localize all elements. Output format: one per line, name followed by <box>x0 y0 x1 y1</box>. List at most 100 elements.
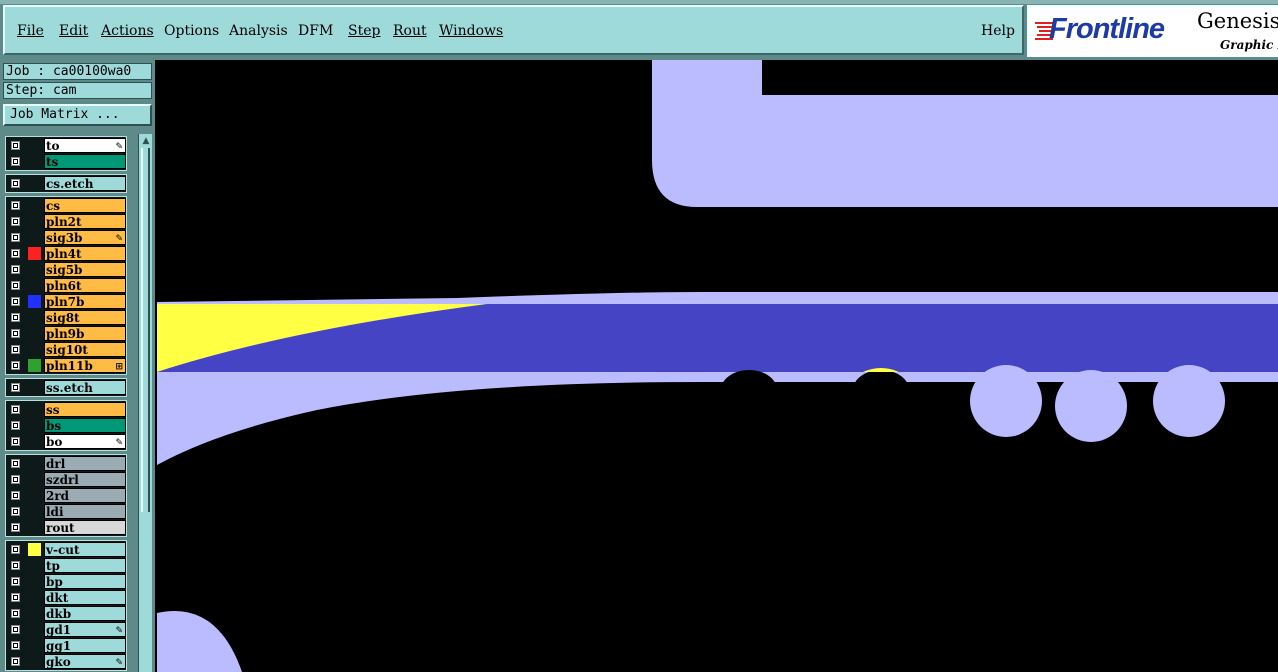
layer-checkbox[interactable] <box>11 157 20 166</box>
menu-options[interactable]: Options <box>164 23 219 39</box>
menu-actions[interactable]: Actions <box>101 23 154 39</box>
layer-row[interactable]: rout <box>6 520 126 535</box>
layer-name[interactable]: sig3b ✎ <box>44 230 126 245</box>
layer-name[interactable]: sig10t <box>44 342 126 357</box>
layer-checkbox[interactable] <box>11 297 20 306</box>
layer-name[interactable]: pln4t <box>44 246 126 261</box>
layer-color-swatch[interactable] <box>28 295 41 308</box>
layer-name[interactable]: gko ✎ <box>44 654 126 669</box>
layer-row[interactable]: pln2t <box>6 214 126 229</box>
layer-name[interactable]: 2rd <box>44 488 126 503</box>
layer-name[interactable]: dkt <box>44 590 126 605</box>
layer-checkbox[interactable] <box>11 281 20 290</box>
layer-checkbox[interactable] <box>11 475 20 484</box>
layer-name[interactable]: bs <box>44 418 126 433</box>
layer-name[interactable]: pln7b <box>44 294 126 309</box>
layer-row[interactable]: cs.etch <box>6 176 126 191</box>
layer-row[interactable]: szdrl <box>6 472 126 487</box>
layer-row[interactable]: 2rd <box>6 488 126 503</box>
layer-row[interactable]: ldi <box>6 504 126 519</box>
layer-row[interactable]: gko ✎ <box>6 654 126 669</box>
layer-checkbox[interactable] <box>11 217 20 226</box>
layer-row[interactable]: dkb <box>6 606 126 621</box>
layer-name[interactable]: pln11b ⊞ <box>44 358 126 373</box>
layer-color-swatch[interactable] <box>28 359 41 372</box>
menu-file[interactable]: File <box>17 23 44 39</box>
menu-step[interactable]: Step <box>348 23 380 39</box>
layer-name[interactable]: bo ✎ <box>44 434 126 449</box>
menu-rout[interactable]: Rout <box>393 23 427 39</box>
layer-row[interactable]: gg1 <box>6 638 126 653</box>
layer-checkbox[interactable] <box>11 265 20 274</box>
layer-checkbox[interactable] <box>11 545 20 554</box>
scroll-up-arrow-icon[interactable]: ▲ <box>140 135 152 147</box>
scroll-thumb[interactable] <box>141 148 150 512</box>
menu-edit[interactable]: Edit <box>59 23 88 39</box>
layer-row[interactable]: sig5b <box>6 262 126 277</box>
layer-checkbox[interactable] <box>11 641 20 650</box>
layer-name[interactable]: drl <box>44 456 126 471</box>
layer-row[interactable]: bs <box>6 418 126 433</box>
layer-checkbox[interactable] <box>11 329 20 338</box>
layer-checkbox[interactable] <box>11 523 20 532</box>
menu-analysis[interactable]: Analysis <box>229 23 288 39</box>
layer-name[interactable]: to ✎ <box>44 138 126 153</box>
layer-name[interactable]: ss.etch <box>44 380 126 395</box>
layer-checkbox[interactable] <box>11 201 20 210</box>
layer-checkbox[interactable] <box>11 507 20 516</box>
layer-name[interactable]: sig8t <box>44 310 126 325</box>
layer-scrollbar[interactable]: ▲ <box>138 134 152 672</box>
layer-row[interactable]: v-cut <box>6 542 126 557</box>
layer-name[interactable]: pln6t <box>44 278 126 293</box>
layer-name[interactable]: v-cut <box>44 542 126 557</box>
layer-checkbox[interactable] <box>11 405 20 414</box>
layer-row[interactable]: bp <box>6 574 126 589</box>
layer-checkbox[interactable] <box>11 249 20 258</box>
layer-name[interactable]: bp <box>44 574 126 589</box>
layer-checkbox[interactable] <box>11 313 20 322</box>
layer-row[interactable]: to ✎ <box>6 138 126 153</box>
menu-windows[interactable]: Windows <box>439 23 503 39</box>
layer-checkbox[interactable] <box>11 561 20 570</box>
layer-checkbox[interactable] <box>11 421 20 430</box>
layer-row[interactable]: pln9b <box>6 326 126 341</box>
layer-row[interactable]: tp <box>6 558 126 573</box>
layer-row[interactable]: bo ✎ <box>6 434 126 449</box>
layer-checkbox[interactable] <box>11 233 20 242</box>
layer-checkbox[interactable] <box>11 179 20 188</box>
layer-checkbox[interactable] <box>11 491 20 500</box>
layer-name[interactable]: ldi <box>44 504 126 519</box>
layer-row[interactable]: sig8t <box>6 310 126 325</box>
layer-name[interactable]: ts <box>44 154 126 169</box>
layer-name[interactable]: tp <box>44 558 126 573</box>
layer-name[interactable]: pln2t <box>44 214 126 229</box>
job-matrix-button[interactable]: Job Matrix ... <box>3 104 152 126</box>
layer-checkbox[interactable] <box>11 593 20 602</box>
layer-row[interactable]: pln4t <box>6 246 126 261</box>
layer-color-swatch[interactable] <box>28 247 41 260</box>
layer-name[interactable]: pln9b <box>44 326 126 341</box>
layer-row[interactable]: ss <box>6 402 126 417</box>
layer-name[interactable]: gd1 ✎ <box>44 622 126 637</box>
layer-checkbox[interactable] <box>11 383 20 392</box>
layer-name[interactable]: rout <box>44 520 126 535</box>
layer-row[interactable]: pln6t <box>6 278 126 293</box>
menu-help[interactable]: Help <box>981 23 1015 39</box>
layer-row[interactable]: gd1 ✎ <box>6 622 126 637</box>
layer-checkbox[interactable] <box>11 361 20 370</box>
layer-row[interactable]: sig10t <box>6 342 126 357</box>
layer-row[interactable]: pln11b ⊞ <box>6 358 126 373</box>
layer-checkbox[interactable] <box>11 345 20 354</box>
layer-color-swatch[interactable] <box>28 543 41 556</box>
layer-row[interactable]: pln7b <box>6 294 126 309</box>
layer-row[interactable]: ss.etch <box>6 380 126 395</box>
layer-row[interactable]: dkt <box>6 590 126 605</box>
graphics-canvas[interactable] <box>157 60 1278 672</box>
layer-row[interactable]: sig3b ✎ <box>6 230 126 245</box>
layer-row[interactable]: ts <box>6 154 126 169</box>
layer-name[interactable]: cs <box>44 198 126 213</box>
layer-checkbox[interactable] <box>11 437 20 446</box>
layer-checkbox[interactable] <box>11 577 20 586</box>
layer-name[interactable]: dkb <box>44 606 126 621</box>
layer-row[interactable]: cs <box>6 198 126 213</box>
